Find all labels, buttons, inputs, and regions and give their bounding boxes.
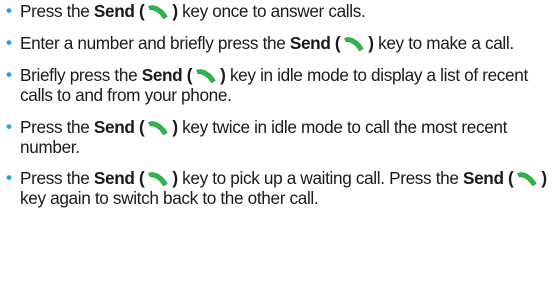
bullet-marker: • (6, 33, 12, 52)
send-key-label: Send (141, 65, 183, 85)
send-handset-icon (341, 36, 367, 52)
paren-open: ( (138, 1, 145, 21)
send-handset-icon (193, 68, 219, 84)
bullet-item-make-call: • Enter a number and briefly press the S… (6, 33, 548, 53)
item-text-before: Briefly press the (20, 65, 142, 85)
send-key-label: Send (462, 168, 504, 188)
item-text-before: Press the (20, 1, 94, 21)
send-handset-icon (145, 120, 171, 136)
bullet-marker: • (6, 65, 12, 84)
bullet-item-waiting-call: • Press the Send () key to pick up a wai… (6, 168, 548, 208)
send-key-label: Send (93, 117, 135, 137)
bullet-item-answer-calls: • Press the Send () key once to answer c… (6, 1, 548, 21)
item-text-after: key once to answer calls. (177, 1, 366, 21)
item-text-before: Press the (20, 117, 94, 137)
bullet-marker: • (6, 168, 12, 187)
send-handset-icon (145, 171, 171, 187)
item-text-after: key to make a call. (373, 33, 514, 53)
bullet-item-recent-calls-list: • Briefly press the Send () key in idle … (6, 65, 548, 105)
bullet-marker: • (6, 117, 12, 136)
paren-open: ( (138, 117, 145, 137)
item-text-before: Press the (20, 168, 94, 188)
item-text-before: Enter a number and briefly press the (20, 33, 290, 53)
paren-close: ) (541, 168, 547, 188)
paren-open: ( (508, 168, 514, 188)
send-handset-icon (145, 4, 171, 20)
item-text-after: key again to switch back to the other ca… (20, 188, 319, 208)
send-key-label: Send (93, 168, 135, 188)
paren-open: ( (186, 65, 193, 85)
bullet-marker: • (6, 1, 12, 20)
send-key-label: Send (289, 33, 331, 53)
manual-page: • Press the Send () key once to answer c… (0, 0, 552, 294)
item-text-middle: key to pick up a waiting call. Press the (177, 168, 463, 188)
send-key-instructions-list: • Press the Send () key once to answer c… (6, 1, 548, 208)
paren-open: ( (334, 33, 341, 53)
bullet-item-redial-recent: • Press the Send () key twice in idle mo… (6, 117, 548, 157)
paren-open: ( (138, 168, 145, 188)
send-key-label: Send (93, 1, 135, 21)
send-handset-icon (514, 171, 540, 187)
